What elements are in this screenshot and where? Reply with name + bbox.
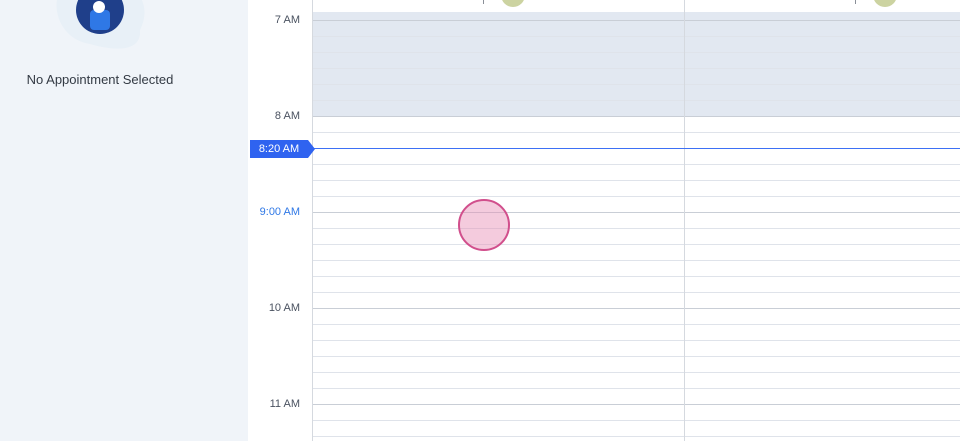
- provider-avatar[interactable]: [873, 0, 897, 7]
- slot-line: [312, 356, 960, 357]
- blocked-time-slot: [312, 12, 960, 117]
- slot-line: [312, 244, 960, 245]
- slot-line: [312, 180, 960, 181]
- slot-line: [312, 388, 960, 389]
- slot-line: [312, 228, 960, 229]
- slot-line: [312, 36, 960, 37]
- slot-line: [312, 52, 960, 53]
- slot-line: [312, 436, 960, 437]
- hour-line: [312, 308, 960, 309]
- provider-avatar[interactable]: [501, 0, 525, 7]
- appointment-details-panel: No Appointment Selected: [0, 0, 248, 441]
- slot-line: [312, 84, 960, 85]
- column-header-tick: [855, 0, 856, 4]
- slot-line: [312, 276, 960, 277]
- click-indicator: [458, 199, 510, 251]
- calendar-day-view[interactable]: 7 AM 8 AM 9:00 AM 10 AM 11 AM 8:20 AM: [248, 0, 960, 441]
- slot-line: [312, 68, 960, 69]
- current-time-indicator: 8:20 AM: [250, 140, 315, 158]
- slot-line: [312, 372, 960, 373]
- slot-line: [312, 164, 960, 165]
- slot-line: [312, 132, 960, 133]
- hour-line: [312, 212, 960, 213]
- column-header-tick: [483, 0, 484, 4]
- slot-line: [312, 196, 960, 197]
- time-label-hover: 9:00 AM: [259, 206, 300, 218]
- time-label-7am: 7 AM: [274, 14, 300, 26]
- hour-line: [312, 404, 960, 405]
- appointment-illustration: [56, 0, 145, 49]
- current-time-line: [312, 148, 960, 149]
- slot-line: [312, 324, 960, 325]
- slot-line: [312, 340, 960, 341]
- hour-line: [312, 116, 960, 117]
- time-label-11am: 11 AM: [269, 398, 300, 410]
- slot-line: [312, 420, 960, 421]
- slot-line: [312, 260, 960, 261]
- time-label-10am: 10 AM: [268, 302, 300, 314]
- hour-line: [312, 20, 960, 21]
- slot-line: [312, 100, 960, 101]
- column-divider: [684, 0, 685, 441]
- time-label-8am: 8 AM: [274, 110, 300, 122]
- no-appointment-text: No Appointment Selected: [26, 72, 174, 87]
- slot-line: [312, 292, 960, 293]
- column-divider: [312, 0, 313, 441]
- calendar-grid[interactable]: [312, 0, 960, 441]
